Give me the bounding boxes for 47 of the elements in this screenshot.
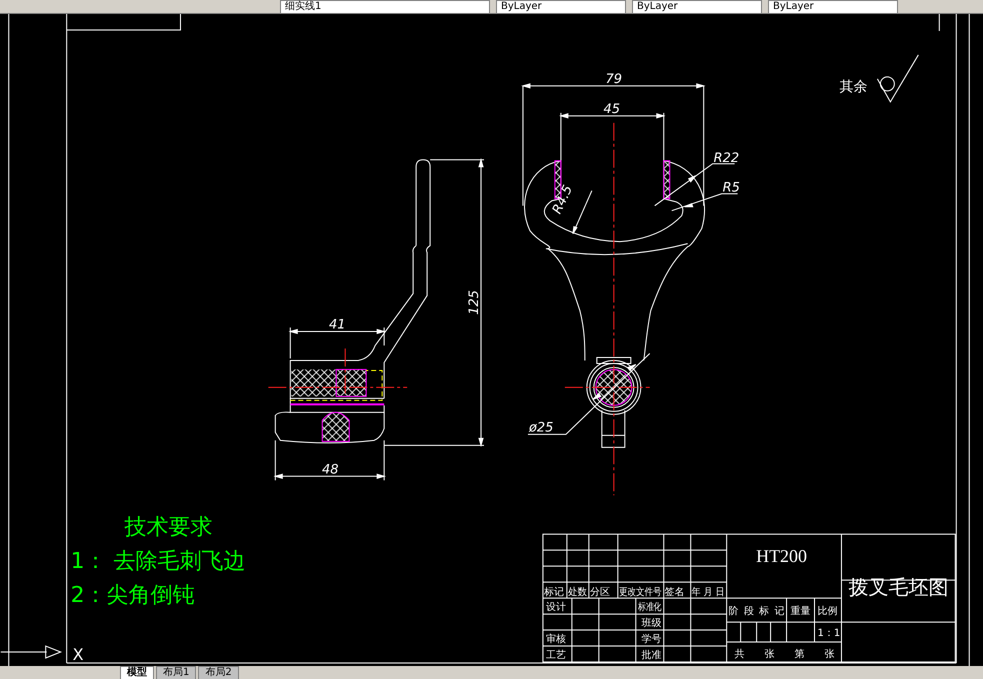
dimension-text: R4.5	[550, 183, 576, 216]
ucs-x-label: X	[72, 645, 84, 664]
table-label: 学号	[642, 634, 662, 646]
table-header: 处数	[568, 587, 588, 598]
table-header: 阶 段 标 记	[728, 606, 785, 618]
scale-text: 1：1	[818, 628, 840, 640]
table-header: 重量	[790, 606, 811, 618]
hatched-section	[322, 412, 350, 442]
dimension-text: ø25	[528, 420, 554, 436]
table-header: 标记	[544, 587, 564, 598]
dimension-text: 125	[467, 290, 482, 315]
table-label: 共	[734, 649, 745, 660]
table-label: 第	[794, 649, 805, 660]
requirement-text: 1： 去除毛刺飞边	[70, 549, 246, 574]
table-header: 比例	[818, 606, 838, 618]
dimension-text: 45	[604, 102, 620, 117]
table-label: 工艺	[546, 650, 566, 661]
leader-line	[572, 190, 592, 234]
table-label: 班级	[642, 618, 662, 630]
requirement-text: 2：尖角倒钝	[70, 583, 195, 608]
table-header: 分区	[590, 587, 610, 598]
table-label: 张	[764, 649, 775, 660]
layer-dropdown[interactable]: 细实线1	[280, 0, 490, 14]
layout-tab[interactable]: 布局2	[198, 666, 239, 679]
table-header: 年 月 日	[692, 587, 728, 598]
dimension-text: 48	[322, 462, 338, 478]
material-text: HT200	[756, 546, 807, 566]
lineweight-dropdown[interactable]: ByLayer	[768, 0, 898, 14]
linetype-dropdown[interactable]: ByLayer	[632, 0, 762, 14]
dimension-text: R5	[722, 180, 740, 196]
table-label: 设计	[546, 602, 566, 614]
drawing-title: 拨叉毛坯图	[848, 575, 948, 600]
layout-tab[interactable]: 模型	[120, 666, 154, 679]
hatched-section	[663, 160, 670, 200]
table-label: 审核	[546, 634, 566, 646]
layout-tab[interactable]: 布局1	[156, 666, 196, 679]
table-label: 张	[824, 649, 834, 660]
dimension-text: 79	[606, 72, 622, 87]
color-dropdown[interactable]: ByLayer	[496, 0, 626, 14]
requirements-title: 技术要求	[124, 515, 212, 540]
roughness-label: 其余	[839, 78, 868, 95]
dimension-text: 41	[328, 318, 346, 333]
dimension-text: R22	[714, 150, 740, 166]
hatched-section	[595, 368, 632, 406]
roughness-symbol-icon	[876, 54, 919, 103]
table-label: 批准	[642, 650, 662, 661]
table-label: 标准化	[638, 602, 668, 614]
